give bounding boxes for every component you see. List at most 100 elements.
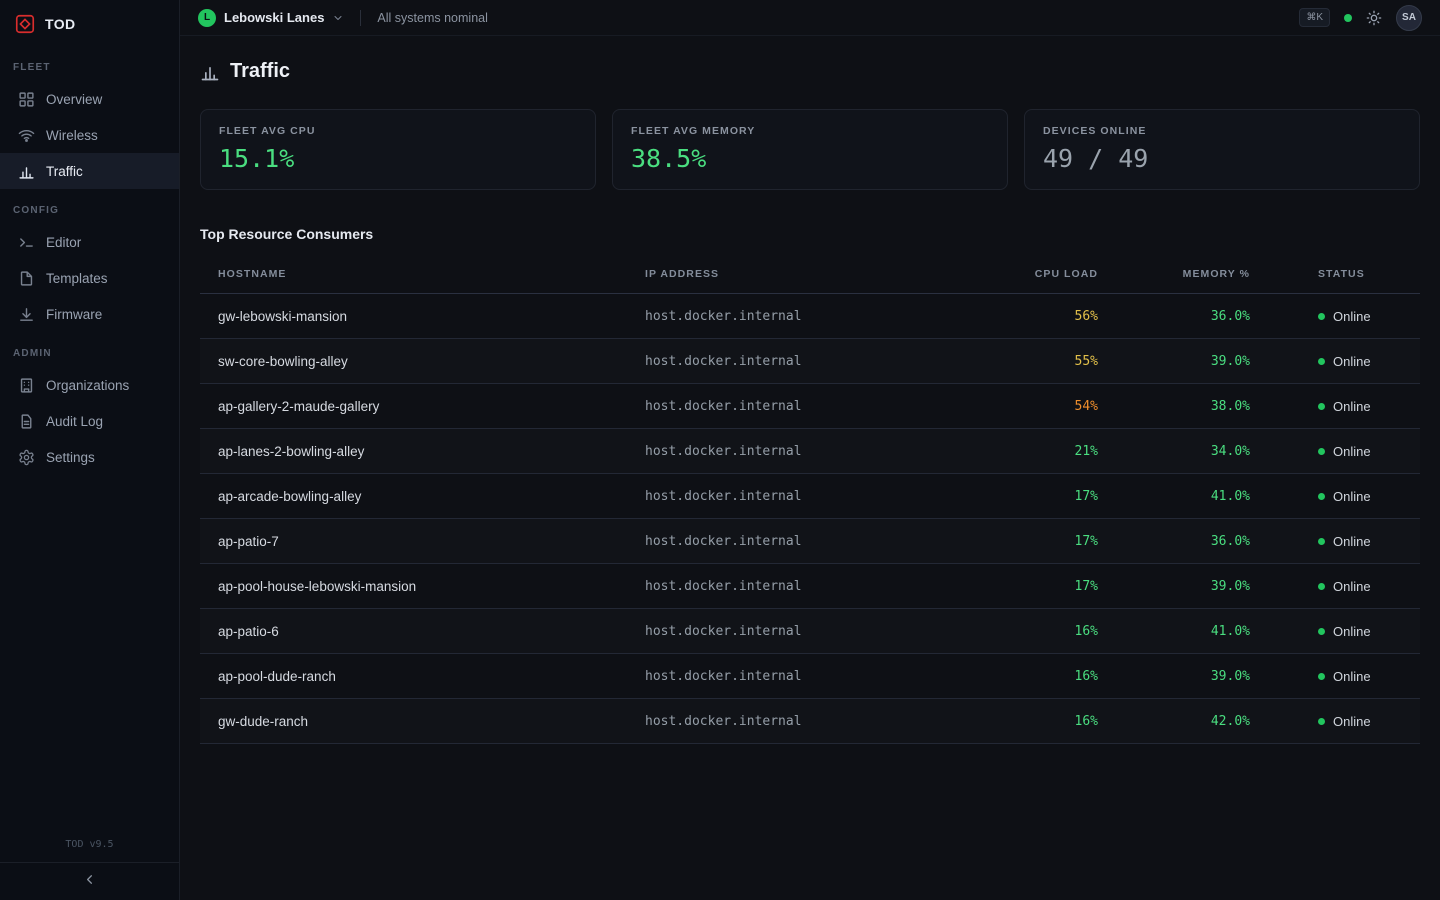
- status-cell: Online: [1250, 534, 1402, 549]
- column-header-status: STATUS: [1250, 268, 1402, 280]
- cpu-cell: 16%: [970, 624, 1098, 639]
- org-selector[interactable]: L Lebowski Lanes: [198, 9, 344, 27]
- column-header-ip: IP ADDRESS: [645, 268, 970, 280]
- status-label: Online: [1333, 669, 1371, 684]
- sidebar-item-firmware[interactable]: Firmware: [0, 296, 179, 332]
- status-cell: Online: [1250, 309, 1402, 324]
- status-label: Online: [1333, 534, 1371, 549]
- status-cell: Online: [1250, 579, 1402, 594]
- online-status-dot-icon: [1318, 628, 1325, 635]
- status-label: Online: [1333, 579, 1371, 594]
- app-name: TOD: [45, 16, 76, 32]
- memory-cell: 34.0%: [1098, 444, 1250, 459]
- status-cell: Online: [1250, 489, 1402, 504]
- sidebar-nav: FLEET Overview Wireless Traffic CONFIG E…: [0, 48, 179, 839]
- status-label: Online: [1333, 444, 1371, 459]
- ip-cell: host.docker.internal: [645, 309, 970, 324]
- table-row[interactable]: ap-gallery-2-maude-gallery host.docker.i…: [200, 384, 1420, 429]
- sidebar-item-audit-log[interactable]: Audit Log: [0, 403, 179, 439]
- cpu-cell: 17%: [970, 489, 1098, 504]
- online-status-dot-icon: [1318, 358, 1325, 365]
- cpu-cell: 21%: [970, 444, 1098, 459]
- ip-cell: host.docker.internal: [645, 579, 970, 594]
- theme-toggle-sun-icon[interactable]: [1366, 10, 1382, 26]
- cpu-cell: 16%: [970, 714, 1098, 729]
- sidebar-item-traffic[interactable]: Traffic: [0, 153, 179, 189]
- stat-card-devices-online: DEVICES ONLINE 49 / 49: [1024, 109, 1420, 190]
- memory-cell: 42.0%: [1098, 714, 1250, 729]
- sidebar-item-label: Templates: [46, 271, 108, 286]
- topbar-right: ⌘K SA: [1299, 5, 1422, 31]
- topbar: L Lebowski Lanes All systems nominal ⌘K …: [180, 0, 1440, 36]
- cpu-cell: 54%: [970, 399, 1098, 414]
- sidebar-collapse-button[interactable]: [0, 862, 179, 900]
- nav-section-fleet: FLEET: [0, 62, 179, 81]
- status-label: Online: [1333, 489, 1371, 504]
- gear-icon: [18, 449, 35, 466]
- sidebar-item-wireless[interactable]: Wireless: [0, 117, 179, 153]
- memory-cell: 38.0%: [1098, 399, 1250, 414]
- hostname-cell: gw-lebowski-mansion: [218, 309, 645, 324]
- online-status-dot-icon: [1318, 313, 1325, 320]
- status-cell: Online: [1250, 399, 1402, 414]
- command-palette-shortcut[interactable]: ⌘K: [1299, 8, 1330, 27]
- section-title: Top Resource Consumers: [200, 226, 1420, 242]
- sidebar-item-label: Audit Log: [46, 414, 103, 429]
- ip-cell: host.docker.internal: [645, 534, 970, 549]
- user-avatar[interactable]: SA: [1396, 5, 1422, 31]
- topbar-divider: [360, 10, 361, 26]
- bar-chart-icon: [200, 62, 220, 82]
- sidebar-item-label: Firmware: [46, 307, 102, 322]
- app-version: TOD v9.5: [0, 839, 179, 862]
- table-row[interactable]: sw-core-bowling-alley host.docker.intern…: [200, 339, 1420, 384]
- stat-value: 49 / 49: [1043, 144, 1401, 173]
- ip-cell: host.docker.internal: [645, 669, 970, 684]
- page-title: Traffic: [230, 60, 290, 83]
- column-header-hostname: HOSTNAME: [218, 268, 645, 280]
- bar-chart-icon: [18, 163, 35, 180]
- status-label: Online: [1333, 354, 1371, 369]
- org-name: Lebowski Lanes: [224, 10, 324, 25]
- sidebar-item-label: Organizations: [46, 378, 129, 393]
- sidebar-item-overview[interactable]: Overview: [0, 81, 179, 117]
- table-row[interactable]: ap-lanes-2-bowling-alley host.docker.int…: [200, 429, 1420, 474]
- online-status-dot-icon: [1318, 448, 1325, 455]
- ip-cell: host.docker.internal: [645, 354, 970, 369]
- column-header-cpu: CPU LOAD: [970, 268, 1098, 280]
- hostname-cell: ap-gallery-2-maude-gallery: [218, 399, 645, 414]
- sidebar: TOD FLEET Overview Wireless Traffic CONF…: [0, 0, 180, 900]
- online-status-dot-icon: [1318, 403, 1325, 410]
- table-row[interactable]: ap-pool-house-lebowski-mansion host.dock…: [200, 564, 1420, 609]
- download-icon: [18, 306, 35, 323]
- table-row[interactable]: ap-patio-6 host.docker.internal 16% 41.0…: [200, 609, 1420, 654]
- status-cell: Online: [1250, 669, 1402, 684]
- sidebar-item-templates[interactable]: Templates: [0, 260, 179, 296]
- hostname-cell: ap-lanes-2-bowling-alley: [218, 444, 645, 459]
- app-logo-row: TOD: [0, 0, 179, 48]
- sidebar-item-settings[interactable]: Settings: [0, 439, 179, 475]
- hostname-cell: ap-arcade-bowling-alley: [218, 489, 645, 504]
- status-cell: Online: [1250, 444, 1402, 459]
- table-row[interactable]: ap-arcade-bowling-alley host.docker.inte…: [200, 474, 1420, 519]
- status-label: Online: [1333, 624, 1371, 639]
- system-status-text: All systems nominal: [377, 11, 487, 25]
- stat-value: 15.1%: [219, 144, 577, 173]
- hostname-cell: sw-core-bowling-alley: [218, 354, 645, 369]
- sidebar-item-organizations[interactable]: Organizations: [0, 367, 179, 403]
- stat-card-fleet-avg-cpu: FLEET AVG CPU 15.1%: [200, 109, 596, 190]
- table-row[interactable]: ap-pool-dude-ranch host.docker.internal …: [200, 654, 1420, 699]
- table-row[interactable]: gw-dude-ranch host.docker.internal 16% 4…: [200, 699, 1420, 744]
- memory-cell: 39.0%: [1098, 354, 1250, 369]
- table-row[interactable]: gw-lebowski-mansion host.docker.internal…: [200, 294, 1420, 339]
- ip-cell: host.docker.internal: [645, 624, 970, 639]
- file-icon: [18, 270, 35, 287]
- top-resource-consumers-table: HOSTNAME IP ADDRESS CPU LOAD MEMORY % ST…: [200, 254, 1420, 744]
- status-label: Online: [1333, 399, 1371, 414]
- memory-cell: 39.0%: [1098, 579, 1250, 594]
- stat-label: FLEET AVG CPU: [219, 125, 577, 137]
- ip-cell: host.docker.internal: [645, 399, 970, 414]
- sidebar-item-editor[interactable]: Editor: [0, 224, 179, 260]
- table-row[interactable]: ap-patio-7 host.docker.internal 17% 36.0…: [200, 519, 1420, 564]
- main-area: L Lebowski Lanes All systems nominal ⌘K …: [180, 0, 1440, 900]
- ip-cell: host.docker.internal: [645, 714, 970, 729]
